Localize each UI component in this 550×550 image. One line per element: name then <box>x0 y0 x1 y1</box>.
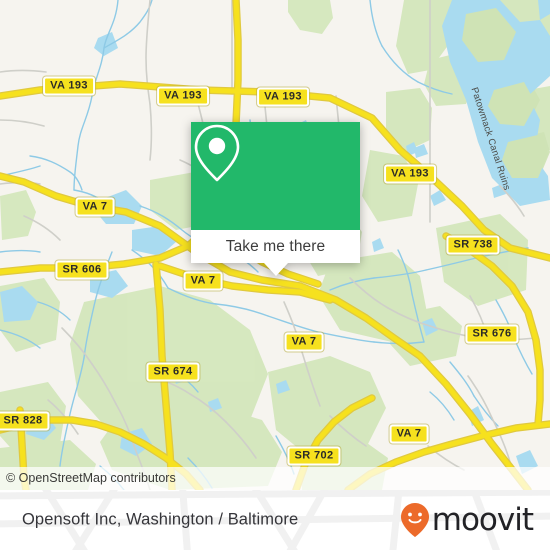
moovit-wordmark: moovit <box>431 501 534 538</box>
road-shield: VA 7 <box>389 424 429 444</box>
moovit-logo[interactable]: moovit <box>400 501 534 538</box>
road-shield: VA 7 <box>183 271 223 291</box>
map-canvas[interactable]: VA 193 VA 193 VA 193 VA 193 SR 738 VA 7 SR 606… <box>0 0 550 490</box>
map-attribution[interactable]: © OpenStreetMap contributors <box>0 467 550 490</box>
moovit-pin-smile-icon <box>400 503 429 537</box>
map-screenshot: VA 193 VA 193 VA 193 VA 193 SR 738 VA 7 SR 606… <box>0 0 550 550</box>
road-shield: SR 702 <box>287 446 341 466</box>
road-shield: SR 606 <box>55 260 109 280</box>
popup-image-area <box>191 122 360 230</box>
road-shield: VA 193 <box>257 87 309 107</box>
popup-pointer-tail <box>263 263 288 276</box>
road-shield: VA 7 <box>75 197 115 217</box>
map-pin-icon <box>194 124 240 182</box>
road-shield: VA 7 <box>284 332 324 352</box>
location-popup-card[interactable]: Take me there <box>191 122 360 276</box>
page-title: Opensoft Inc, Washington / Baltimore <box>22 510 299 529</box>
take-me-there-button[interactable]: Take me there <box>191 230 360 263</box>
road-shield: VA 193 <box>43 76 95 96</box>
road-shield: VA 193 <box>157 86 209 106</box>
footer-bar: Opensoft Inc, Washington / Baltimore moo… <box>0 490 550 550</box>
road-shield: SR 828 <box>0 411 50 431</box>
road-shield: SR 738 <box>446 235 500 255</box>
road-shield: SR 674 <box>146 362 200 382</box>
road-shield: SR 676 <box>465 324 519 344</box>
road-shield: VA 193 <box>384 164 436 184</box>
